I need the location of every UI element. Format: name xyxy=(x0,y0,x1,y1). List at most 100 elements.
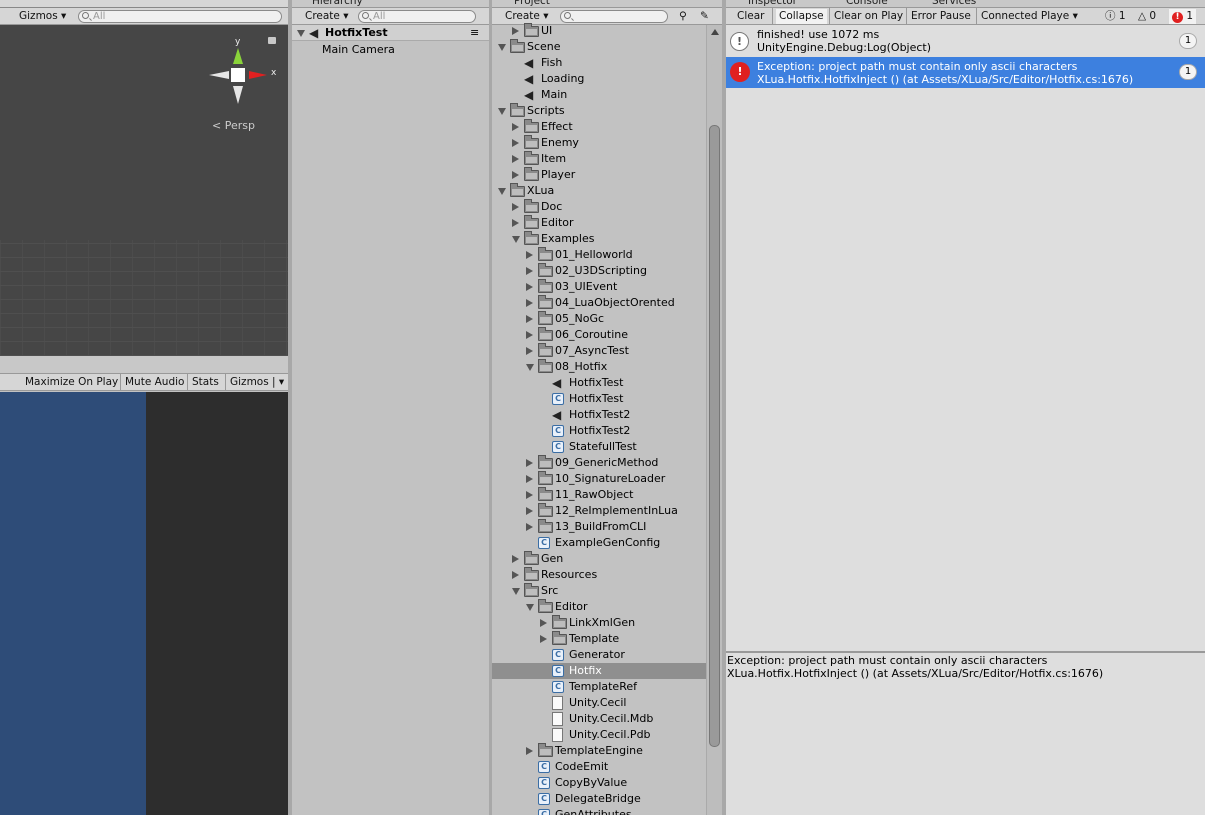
project-tree-item[interactable]: Src xyxy=(492,583,706,599)
console-detail-panel[interactable]: Exception: project path must contain onl… xyxy=(726,653,1205,815)
project-tree-item[interactable]: Doc xyxy=(492,199,706,215)
collapse-arrow-icon[interactable] xyxy=(526,523,533,531)
project-tree-item[interactable]: ◀ Fish xyxy=(492,55,706,71)
collapse-arrow-icon[interactable] xyxy=(526,459,533,467)
project-tree-item[interactable]: UI xyxy=(492,23,706,39)
project-tree-item[interactable]: C HotfixTest xyxy=(492,391,706,407)
collapse-arrow-icon[interactable] xyxy=(526,491,533,499)
search-by-label-icon[interactable]: ✎ xyxy=(697,9,712,24)
project-tree-item[interactable]: Effect xyxy=(492,119,706,135)
collapse-arrow-icon[interactable] xyxy=(526,507,533,515)
project-tree-item[interactable]: 08_Hotfix xyxy=(492,359,706,375)
gizmo-center-cube[interactable] xyxy=(231,68,245,82)
collapse-arrow-icon[interactable] xyxy=(540,635,547,643)
scene-view[interactable]: Gizmos ▾ All y x < Persp xyxy=(0,0,288,356)
collapse-arrow-icon[interactable] xyxy=(512,203,519,211)
hierarchy-create-button[interactable]: Create ▾ xyxy=(302,9,352,24)
project-tree-item[interactable]: Scene xyxy=(492,39,706,55)
collapse-arrow-icon[interactable] xyxy=(526,299,533,307)
project-tree-item[interactable]: Resources xyxy=(492,567,706,583)
project-tree-item[interactable]: TemplateEngine xyxy=(492,743,706,759)
expand-arrow-icon[interactable] xyxy=(297,30,305,37)
lock-icon[interactable] xyxy=(268,37,276,44)
collapse-arrow-icon[interactable] xyxy=(512,155,519,163)
project-tree-item[interactable]: Gen xyxy=(492,551,706,567)
project-tree-item[interactable]: 03_UIEvent xyxy=(492,279,706,295)
project-scrollbar[interactable] xyxy=(706,25,722,815)
project-tree-item[interactable]: 06_Coroutine xyxy=(492,327,706,343)
project-tree-item[interactable]: 10_SignatureLoader xyxy=(492,471,706,487)
collapse-arrow-icon[interactable] xyxy=(526,283,533,291)
collapse-arrow-icon[interactable] xyxy=(512,555,519,563)
project-tree-item[interactable]: Item xyxy=(492,151,706,167)
console-entry-error[interactable]: ! Exception: project path must contain o… xyxy=(726,57,1205,88)
hierarchy-scene-menu-icon[interactable]: ≡ xyxy=(470,25,479,41)
connected-player-dropdown[interactable]: Connected Playe ▾ xyxy=(978,9,1081,24)
collapse-arrow-icon[interactable] xyxy=(526,475,533,483)
project-tree-item[interactable]: 04_LuaObjectOrented xyxy=(492,295,706,311)
scroll-up-arrow[interactable] xyxy=(711,29,719,35)
project-tree-item[interactable]: 02_U3DScripting xyxy=(492,263,706,279)
console-entry-info[interactable]: ! finished! use 1072 ms UnityEngine.Debu… xyxy=(726,26,1205,57)
expand-arrow-icon[interactable] xyxy=(498,44,506,51)
clear-button[interactable]: Clear xyxy=(734,9,767,24)
project-tree-item[interactable]: Unity.Cecil.Mdb xyxy=(492,711,706,727)
scene-gizmos-button[interactable]: Gizmos ▾ xyxy=(16,9,69,24)
project-tree-item[interactable]: 01_Helloworld xyxy=(492,247,706,263)
project-tree-item[interactable]: Examples xyxy=(492,231,706,247)
project-create-button[interactable]: Create ▾ xyxy=(502,9,552,24)
project-tree-item[interactable]: Scripts xyxy=(492,103,706,119)
project-tree-item[interactable]: C CodeEmit xyxy=(492,759,706,775)
collapse-arrow-icon[interactable] xyxy=(526,267,533,275)
project-tree-item[interactable]: C Hotfix xyxy=(492,663,706,679)
search-by-type-icon[interactable]: ⚲ xyxy=(676,9,690,24)
collapse-arrow-icon[interactable] xyxy=(512,219,519,227)
scrollbar-thumb[interactable] xyxy=(709,125,720,747)
expand-arrow-icon[interactable] xyxy=(526,604,534,611)
gizmo-y-cone[interactable] xyxy=(233,48,243,64)
project-tree-item[interactable]: 13_BuildFromCLI xyxy=(492,519,706,535)
warning-filter-toggle[interactable]: △ 0 xyxy=(1135,9,1159,24)
project-tree-item[interactable]: Player xyxy=(492,167,706,183)
collapse-arrow-icon[interactable] xyxy=(512,171,519,179)
project-tree-item[interactable]: C DelegateBridge xyxy=(492,791,706,807)
collapse-arrow-icon[interactable] xyxy=(540,619,547,627)
project-tree-item[interactable]: ◀ Main xyxy=(492,87,706,103)
gizmo-neg-y-cone[interactable] xyxy=(233,86,243,104)
project-tree-item[interactable]: 09_GenericMethod xyxy=(492,455,706,471)
hierarchy-item[interactable]: Main Camera xyxy=(292,42,489,58)
stats-toggle[interactable]: Stats xyxy=(189,375,222,390)
project-tree-item[interactable]: C TemplateRef xyxy=(492,679,706,695)
project-tree-item[interactable]: Unity.Cecil.Pdb xyxy=(492,727,706,743)
project-tree-item[interactable]: C Generator xyxy=(492,647,706,663)
expand-arrow-icon[interactable] xyxy=(498,188,506,195)
project-tree-item[interactable]: C CopyByValue xyxy=(492,775,706,791)
project-tree-item[interactable]: Unity.Cecil xyxy=(492,695,706,711)
project-tree-item[interactable]: 07_AsyncTest xyxy=(492,343,706,359)
collapse-toggle[interactable]: Collapse xyxy=(776,9,827,24)
collapse-arrow-icon[interactable] xyxy=(526,315,533,323)
project-tree-item[interactable]: 12_ReImplementInLua xyxy=(492,503,706,519)
clear-on-play-toggle[interactable]: Clear on Play xyxy=(831,9,906,24)
project-tree-item[interactable]: 11_RawObject xyxy=(492,487,706,503)
project-tree-item[interactable]: Editor xyxy=(492,599,706,615)
expand-arrow-icon[interactable] xyxy=(526,364,534,371)
project-tree-item[interactable]: 05_NoGc xyxy=(492,311,706,327)
collapse-arrow-icon[interactable] xyxy=(526,251,533,259)
maximize-on-play-toggle[interactable]: Maximize On Play xyxy=(22,375,121,390)
gizmo-x-cone[interactable] xyxy=(249,71,267,79)
project-tree-item[interactable]: Template xyxy=(492,631,706,647)
collapse-arrow-icon[interactable] xyxy=(512,27,519,35)
mute-audio-toggle[interactable]: Mute Audio xyxy=(122,375,187,390)
project-search-input[interactable] xyxy=(560,10,668,23)
project-tree-item[interactable]: LinkXmlGen xyxy=(492,615,706,631)
error-filter-toggle[interactable]: ! 1 xyxy=(1169,9,1197,24)
collapse-arrow-icon[interactable] xyxy=(512,123,519,131)
project-tree-item[interactable]: ◀ HotfixTest2 xyxy=(492,407,706,423)
collapse-arrow-icon[interactable] xyxy=(512,571,519,579)
gizmo-neg-x-cone[interactable] xyxy=(209,71,229,79)
project-tree-item[interactable]: ◀ HotfixTest xyxy=(492,375,706,391)
project-tree-item[interactable]: Editor xyxy=(492,215,706,231)
project-tree-item[interactable]: C GenAttributes xyxy=(492,807,706,815)
error-pause-toggle[interactable]: Error Pause xyxy=(908,9,974,24)
